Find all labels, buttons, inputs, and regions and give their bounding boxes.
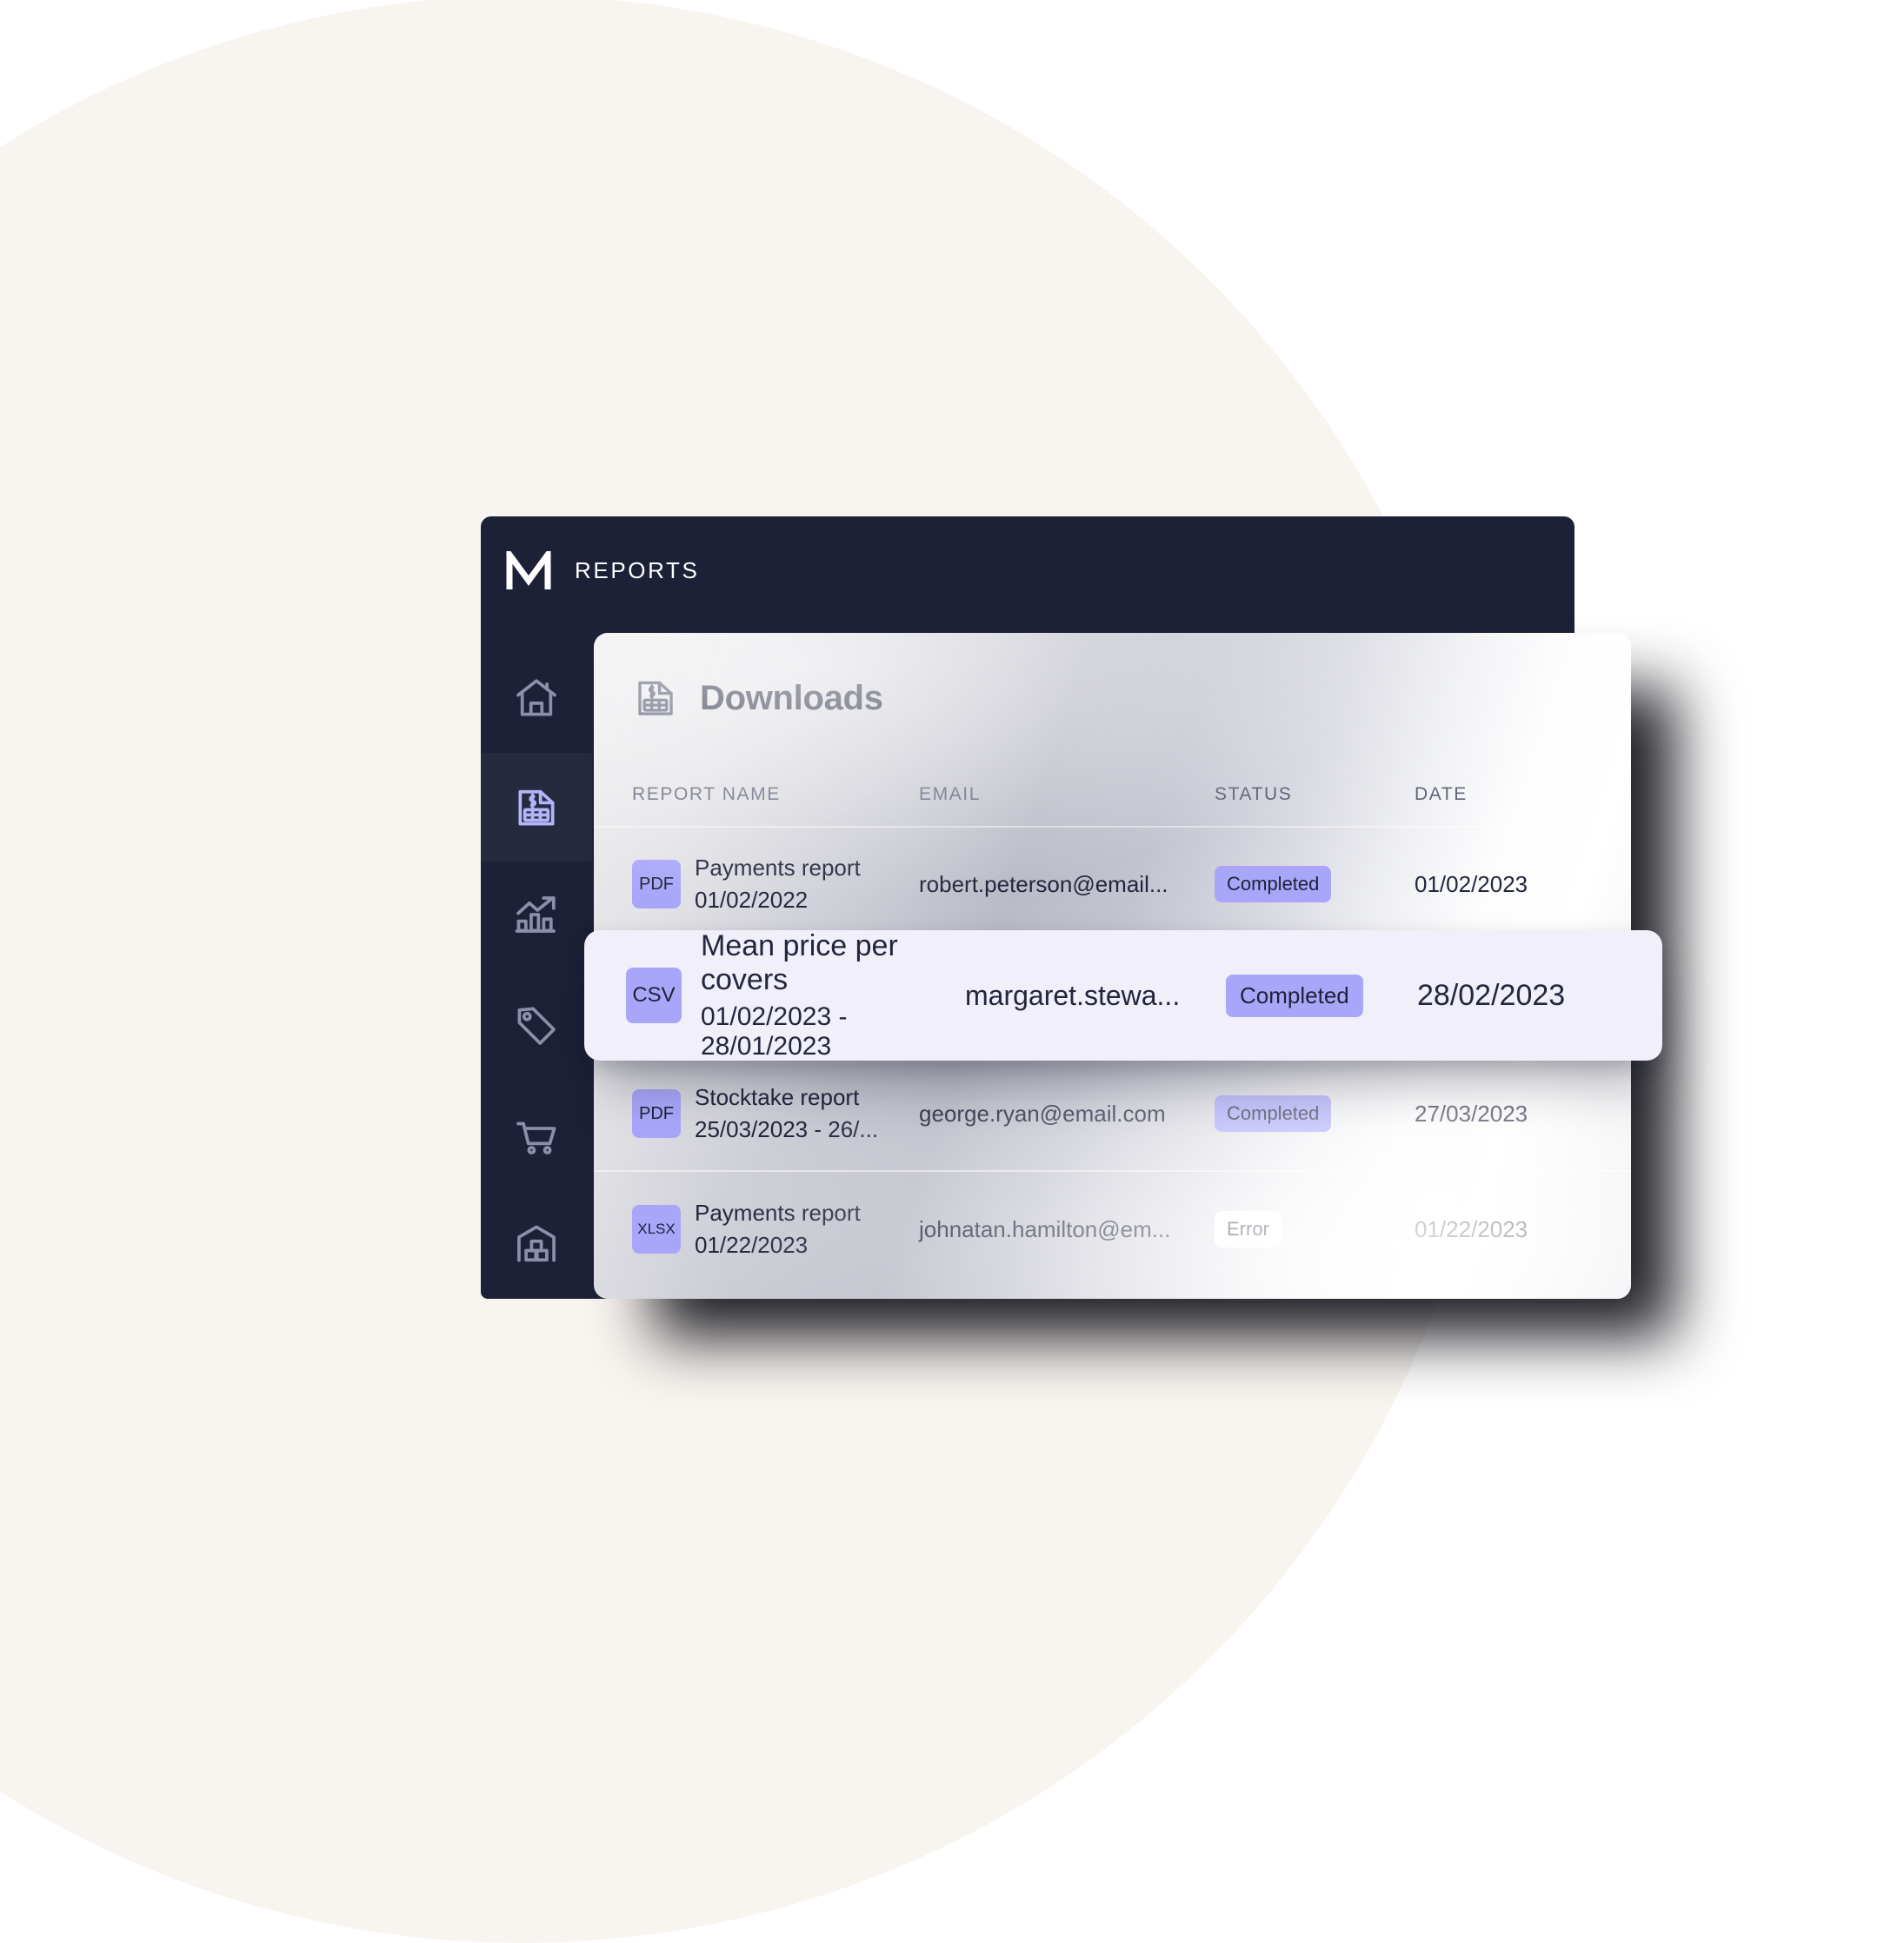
tag-icon [512,1001,561,1050]
analytics-icon [512,892,561,941]
sidebar-item-home[interactable] [481,643,592,753]
report-date: 28/02/2023 [1417,978,1566,1012]
report-date-range: 01/02/2022 [695,887,809,913]
top-bar: REPORTS [481,516,1574,624]
m-logo-icon[interactable] [505,547,552,594]
table-row[interactable]: PDF Payments report 01/02/2022 robert.pe… [594,828,1631,942]
card-title: Downloads [700,678,883,717]
column-header-email: EMAIL [919,784,982,804]
column-header-status: STATUS [1215,784,1293,804]
report-email: margaret.stewa... [965,979,1181,1011]
sidebar-item-reports[interactable] [481,752,592,862]
report-name: Mean price per covers [701,929,898,996]
sidebar-nav [481,624,592,1299]
table-row[interactable]: XLSX Payments report 01/22/2023 johnatan… [594,1172,1631,1287]
report-date-range: 25/03/2023 - 26/... [695,1116,879,1142]
card-header: Downloads [594,633,1631,763]
table-row[interactable]: PDF Stocktake report 25/03/2023 - 26/...… [594,1057,1631,1172]
column-header-date: DATE [1415,784,1468,804]
status-badge: Error [1215,1211,1282,1248]
report-date: 27/03/2023 [1415,1100,1528,1127]
status-badge: Completed [1215,866,1332,902]
sidebar-item-analytics[interactable] [481,862,592,971]
report-date-range: 01/02/2023 - 28/01/2023 [701,1002,848,1061]
file-format-badge: PDF [632,1089,681,1138]
sidebar-item-orders[interactable] [481,1081,592,1190]
report-file-icon [632,675,679,722]
report-date: 01/02/2023 [1415,870,1528,897]
report-name: Payments report [695,855,861,881]
file-format-badge: PDF [632,860,681,908]
report-email: robert.peterson@email... [919,870,1168,897]
report-file-icon [512,783,561,832]
home-icon [512,674,561,722]
cart-icon [512,1111,561,1160]
sidebar-item-inventory[interactable] [481,1189,592,1299]
page-title: REPORTS [575,556,700,583]
status-badge: Completed [1226,974,1363,1017]
report-email: george.ryan@email.com [919,1100,1166,1127]
warehouse-icon [512,1220,561,1268]
column-header-report-name: REPORT NAME [632,784,781,804]
report-email: johnatan.hamilton@em... [919,1215,1171,1242]
highlighted-table-row[interactable]: CSV Mean price per covers 01/02/2023 - 2… [584,929,1662,1061]
table-header-row: REPORT NAME EMAIL STATUS DATE [594,763,1631,828]
report-name: Payments report [695,1200,861,1226]
status-badge: Completed [1215,1095,1332,1132]
file-format-badge: CSV [626,968,682,1023]
sidebar-item-tags[interactable] [481,971,592,1081]
report-date-range: 01/22/2023 [695,1232,809,1258]
file-format-badge: XLSX [632,1205,681,1254]
report-date: 01/22/2023 [1415,1215,1528,1242]
report-name: Stocktake report [695,1084,860,1110]
